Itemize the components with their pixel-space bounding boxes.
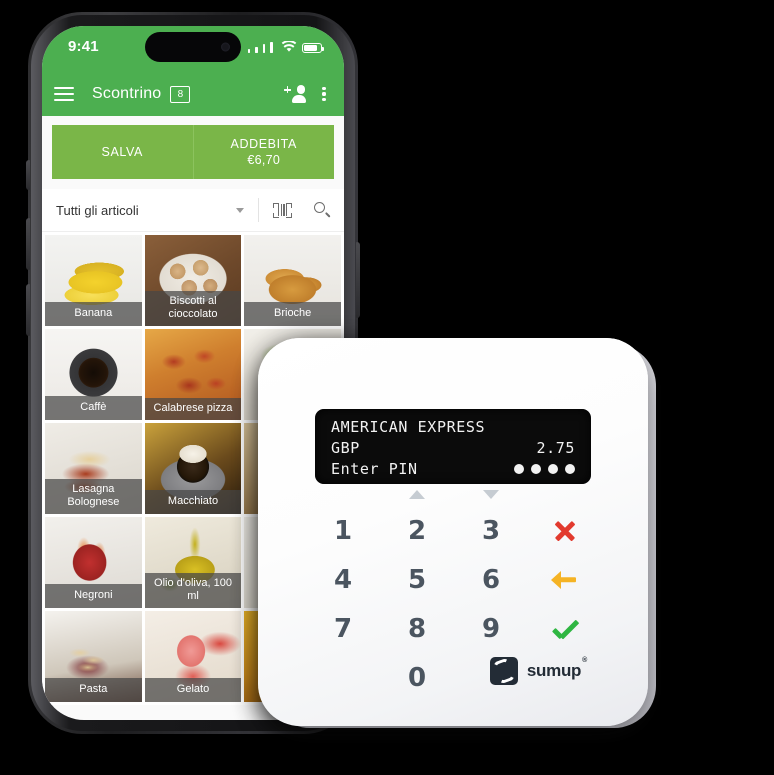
- charge-button-label: ADDEBITA: [230, 137, 297, 151]
- product-label: Gelato: [144, 678, 242, 702]
- keypad-key-3[interactable]: 3: [454, 516, 528, 546]
- more-vertical-icon[interactable]: [316, 86, 332, 102]
- product-tile[interactable]: Biscotti al cioccolato: [144, 235, 242, 326]
- product-tile[interactable]: Negroni: [45, 517, 142, 608]
- triangle-up-icon: [409, 490, 425, 499]
- category-filter-value[interactable]: Tutti gli articoli: [56, 203, 139, 218]
- sumup-wordmark: sumup®: [526, 657, 587, 681]
- charge-button[interactable]: ADDEBITA €6,70: [193, 125, 334, 179]
- product-tile[interactable]: Brioche: [244, 235, 341, 326]
- product-tile[interactable]: Caffè: [45, 329, 142, 420]
- keypad-row: 4 5 6: [306, 555, 602, 604]
- keypad-row: 0 sumup®: [306, 653, 602, 702]
- pin-dot: [531, 464, 541, 474]
- pin-keypad: 1 2 3 4 5 6 7 8 9 0 sumup®: [306, 490, 602, 702]
- hamburger-menu-icon[interactable]: [54, 87, 74, 101]
- confirm-check-icon[interactable]: [528, 615, 602, 643]
- keypad-scroll-indicators: [306, 490, 602, 499]
- wifi-icon: [281, 41, 297, 52]
- backspace-arrow-icon[interactable]: [528, 567, 602, 593]
- product-label: Negroni: [45, 584, 142, 608]
- display-card-scheme: AMERICAN EXPRESS: [331, 418, 486, 436]
- product-tile[interactable]: Banana: [45, 235, 142, 326]
- product-tile[interactable]: Gelato: [144, 611, 242, 702]
- product-label: Calabrese pizza: [144, 398, 242, 420]
- phone-volume-up-button[interactable]: [26, 218, 30, 270]
- pin-dot: [565, 464, 575, 474]
- status-bar-icons: [247, 39, 324, 53]
- product-tile[interactable]: Macchiato: [144, 423, 242, 514]
- toolbar-divider: [258, 198, 259, 222]
- dynamic-island: [145, 32, 241, 62]
- card-reader-display: AMERICAN EXPRESS GBP 2.75 Enter PIN: [315, 409, 591, 484]
- keypad-key-5[interactable]: 5: [380, 565, 454, 595]
- product-tile[interactable]: Lasagna Bolognese: [45, 423, 142, 514]
- product-label: Pasta: [45, 678, 142, 702]
- keypad-key-4[interactable]: 4: [306, 565, 380, 595]
- page-title: Scontrino: [92, 85, 162, 102]
- keypad-key-7[interactable]: 7: [306, 614, 380, 644]
- save-button-label: SALVA: [101, 145, 143, 159]
- save-button[interactable]: SALVA: [52, 125, 194, 179]
- keypad-key-6[interactable]: 6: [454, 565, 528, 595]
- catalog-filter-row: Tutti gli articoli: [42, 189, 344, 232]
- keypad-row: 7 8 9: [306, 604, 602, 653]
- product-tile[interactable]: Pasta: [45, 611, 142, 702]
- cellular-signal-icon: [262, 44, 266, 53]
- keypad-key-8[interactable]: 8: [380, 614, 454, 644]
- phone-volume-down-button[interactable]: [26, 284, 30, 336]
- cellular-signal-icon: [255, 46, 258, 53]
- pin-dot: [548, 464, 558, 474]
- add-person-icon[interactable]: [284, 84, 306, 104]
- cellular-signal-icon: [247, 49, 251, 53]
- product-tile[interactable]: Olio d'oliva, 100 ml: [144, 517, 242, 608]
- keypad-key-1[interactable]: 1: [306, 516, 380, 546]
- sumup-brand-lockup: sumup®: [489, 657, 587, 685]
- product-label: Biscotti al cioccolato: [144, 291, 242, 326]
- product-label: Olio d'oliva, 100 ml: [144, 573, 242, 608]
- charge-amount: €6,70: [247, 153, 281, 167]
- product-label: Macchiato: [144, 490, 242, 514]
- battery-icon: [302, 42, 324, 53]
- keypad-key-2[interactable]: 2: [380, 516, 454, 546]
- search-icon[interactable]: [314, 202, 331, 218]
- product-label: Brioche: [244, 302, 341, 326]
- cart-count-badge: 8: [170, 85, 191, 103]
- registered-mark: ®: [582, 657, 587, 665]
- keypad-row: 1 2 3: [306, 506, 602, 555]
- phone-power-button[interactable]: [356, 242, 360, 318]
- card-reader-device: AMERICAN EXPRESS GBP 2.75 Enter PIN 1 2 …: [258, 338, 648, 726]
- pin-entry-dots: [514, 464, 575, 474]
- chevron-down-icon[interactable]: [236, 207, 244, 213]
- keypad-key-9[interactable]: 9: [454, 614, 528, 644]
- product-label: Lasagna Bolognese: [45, 479, 142, 514]
- action-button-row: SALVA ADDEBITA €6,70: [42, 116, 344, 189]
- sumup-logo-icon: [489, 657, 518, 685]
- triangle-down-icon: [483, 490, 499, 499]
- app-bar: Scontrino 8: [42, 72, 344, 116]
- cellular-signal-icon: [270, 41, 273, 53]
- product-tile[interactable]: Calabrese pizza: [144, 329, 242, 420]
- cancel-x-icon[interactable]: [528, 518, 602, 544]
- phone-silence-switch[interactable]: [26, 160, 30, 190]
- product-label: Caffè: [45, 396, 142, 420]
- status-bar-clock: 9:41: [68, 38, 99, 55]
- barcode-scanner-icon[interactable]: [273, 202, 292, 218]
- pin-dot: [514, 464, 524, 474]
- display-amount: 2.75: [536, 439, 575, 457]
- keypad-key-0[interactable]: 0: [380, 663, 454, 693]
- product-label: Banana: [45, 302, 142, 326]
- sumup-wordmark-text: sumup: [526, 661, 582, 680]
- status-bar: 9:41: [42, 26, 344, 72]
